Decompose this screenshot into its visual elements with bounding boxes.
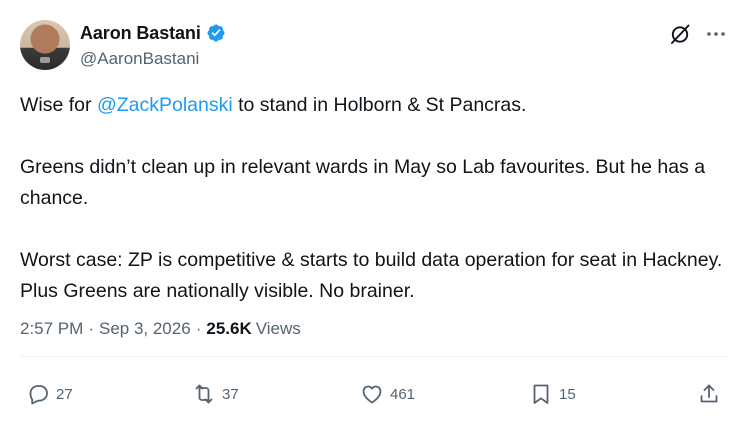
meta-separator: · bbox=[88, 319, 94, 338]
author-name-row[interactable]: Aaron Bastani bbox=[80, 22, 226, 44]
views-count[interactable]: 25.6K bbox=[206, 319, 251, 339]
divider bbox=[20, 356, 730, 357]
views-label[interactable]: Views bbox=[256, 319, 301, 339]
reply-count: 27 bbox=[56, 385, 73, 403]
tweet-paragraph-2: Greens didn’t clean up in relevant wards… bbox=[20, 156, 706, 209]
share-icon bbox=[700, 384, 718, 403]
like-icon bbox=[362, 385, 382, 404]
bookmark-icon bbox=[533, 384, 549, 404]
tweet-paragraph-3: Worst case: ZP is competitive & starts t… bbox=[20, 249, 723, 302]
tweet-date[interactable]: Sep 3, 2026 bbox=[99, 319, 191, 339]
avatar-shirt-logo bbox=[40, 57, 50, 63]
tweet-text-before-mention: Wise for bbox=[20, 94, 97, 116]
tweet-time[interactable]: 2:57 PM bbox=[20, 319, 83, 339]
tweet-card[interactable]: Aaron Bastani @AaronBastani Wise for @Za… bbox=[0, 0, 749, 424]
like-count: 461 bbox=[390, 385, 416, 403]
verified-badge-icon[interactable] bbox=[206, 23, 226, 43]
share-button[interactable] bbox=[697, 381, 721, 407]
avatar[interactable] bbox=[20, 20, 70, 70]
more-icon[interactable] bbox=[704, 22, 728, 46]
repost-count: 37 bbox=[222, 385, 239, 403]
tweet-meta: 2:57 PM · Sep 3, 2026 · 25.6K Views bbox=[20, 319, 301, 339]
grok-icon[interactable] bbox=[668, 22, 692, 46]
repost-icon bbox=[195, 384, 213, 404]
author-handle[interactable]: @AaronBastani bbox=[80, 49, 199, 69]
bookmark-count: 15 bbox=[559, 385, 576, 403]
tweet-text: Wise for @ZackPolanski to stand in Holbo… bbox=[20, 90, 732, 307]
tweet-text-after-mention: to stand in Holborn & St Pancras. bbox=[232, 94, 527, 116]
repost-button[interactable]: 37 bbox=[192, 381, 239, 407]
mention-link[interactable]: @ZackPolanski bbox=[97, 94, 233, 116]
like-button[interactable]: 461 bbox=[360, 381, 415, 407]
tweet-paragraph-1: Wise for @ZackPolanski to stand in Holbo… bbox=[20, 90, 732, 121]
author-display-name[interactable]: Aaron Bastani bbox=[80, 23, 201, 44]
reply-button[interactable]: 27 bbox=[26, 381, 73, 407]
meta-separator: · bbox=[195, 319, 202, 338]
bookmark-button[interactable]: 15 bbox=[529, 381, 576, 407]
reply-icon bbox=[29, 385, 48, 405]
